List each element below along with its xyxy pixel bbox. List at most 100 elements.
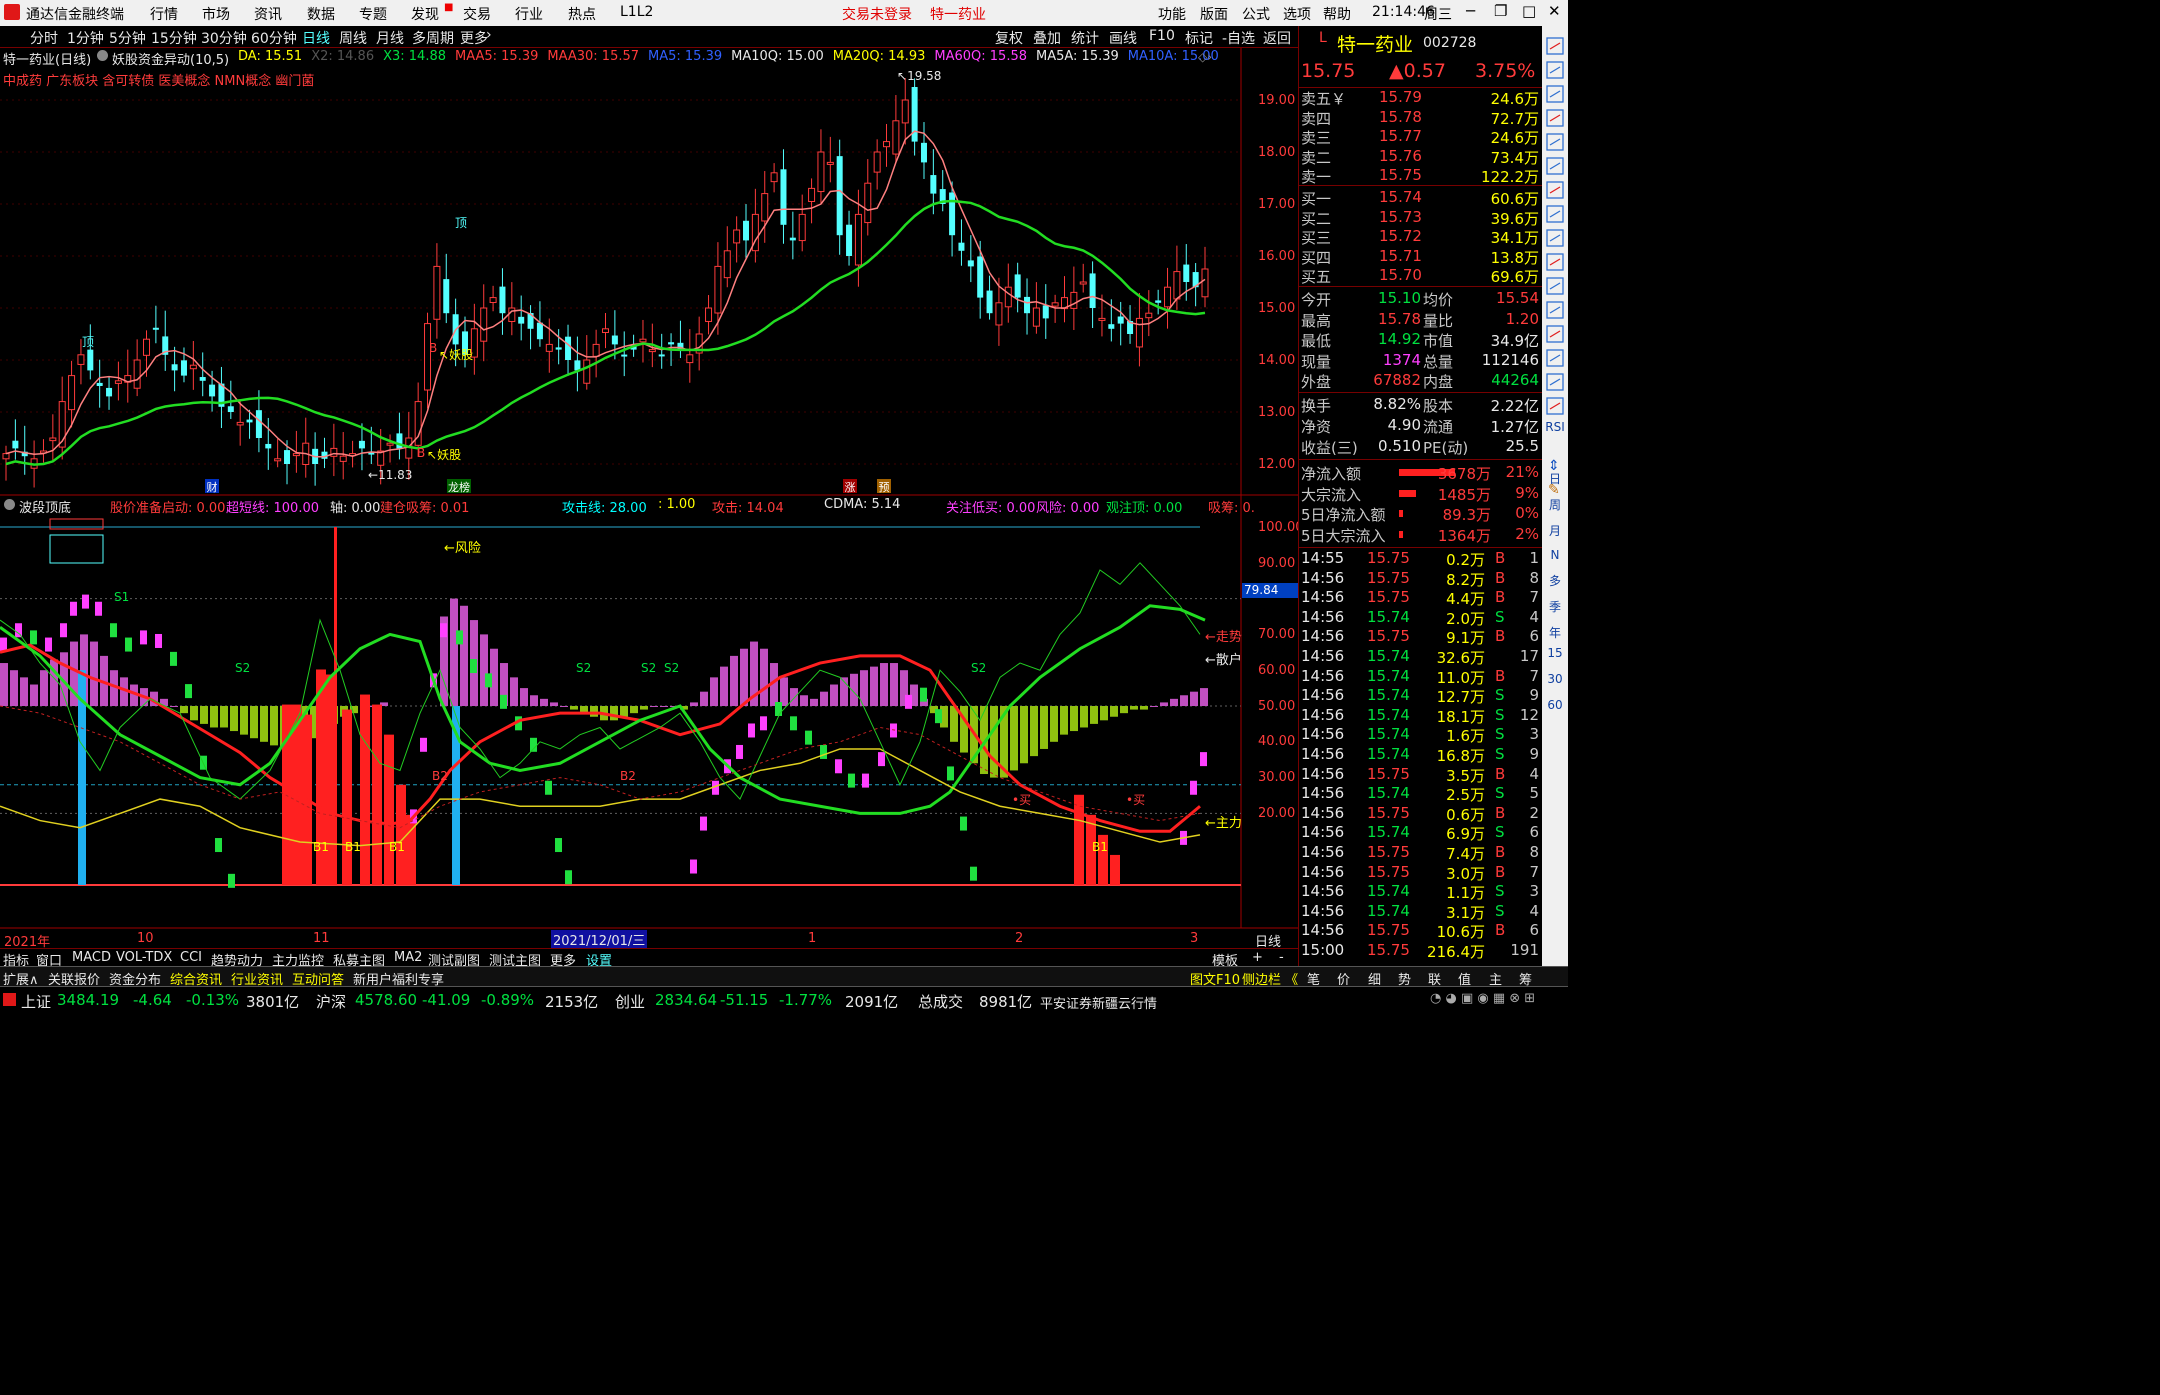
chevron-right-icon[interactable]: ›	[486, 27, 492, 43]
longhu-badge[interactable]: 龙榜	[447, 479, 471, 494]
sub-panel-name[interactable]: 波段顶底	[19, 497, 71, 516]
tf-multi[interactable]: 多周期	[412, 28, 454, 48]
stat-row[interactable]: 现量 1374 总量 112146	[1299, 351, 1543, 371]
menu-faxian[interactable]: 发现	[411, 4, 439, 24]
toggle-icon[interactable]	[4, 499, 15, 510]
menu-xuanxiang[interactable]: 选项	[1283, 4, 1311, 24]
ask-row[interactable]: 卖四 15.78 72.7万	[1299, 108, 1543, 128]
tf-1min[interactable]: 1分钟	[67, 28, 104, 48]
tf-15min[interactable]: 15分钟	[151, 28, 197, 48]
minimize-icon[interactable]: ─	[1466, 2, 1475, 20]
tf-fenshi[interactable]: 分时	[30, 28, 58, 48]
btn-huaxian[interactable]: 画线	[1109, 28, 1137, 48]
menu-shichang[interactable]: 市场	[202, 4, 230, 24]
tick-row[interactable]: 14:56 15.74 2.0万 S 4	[1299, 608, 1543, 628]
chart-area[interactable]: 特一药业(日线) 妖股资金异动(10,5) DA: 15.51 X2: 14.86…	[0, 48, 1304, 950]
menu-gongshi[interactable]: 公式	[1242, 4, 1270, 24]
tick-row[interactable]: 14:56 15.75 8.2万 B 8	[1299, 569, 1543, 589]
bid-row[interactable]: 买二 15.73 39.6万	[1299, 208, 1543, 228]
tick-row[interactable]: 14:56 15.74 1.6万 S 3	[1299, 725, 1543, 745]
btn-fuquan[interactable]: 复权	[995, 28, 1023, 48]
tick-row[interactable]: 14:56 15.75 10.6万 B 6	[1299, 921, 1543, 941]
tf-more[interactable]: 更多	[460, 28, 488, 48]
stat-row[interactable]: 收益(三) 0.510 PE(动) 25.5	[1299, 437, 1543, 457]
bid-row[interactable]: 买一 15.74 60.6万	[1299, 188, 1543, 208]
tab-macd[interactable]: MACD	[72, 950, 111, 965]
ask-row[interactable]: 卖二 15.76 73.4万	[1299, 147, 1543, 167]
stat-row[interactable]: 换手 8.82% 股本 2.22亿	[1299, 395, 1543, 415]
ask-row[interactable]: 卖三 15.77 24.6万	[1299, 127, 1543, 147]
close-icon[interactable]: ✕	[1548, 2, 1561, 20]
stat-row[interactable]: 今开 15.10 均价 15.54	[1299, 289, 1543, 309]
yu-badge[interactable]: 预	[877, 479, 891, 494]
index-name[interactable]: 上证	[21, 991, 51, 1012]
menu-zixun[interactable]: 资讯	[254, 4, 282, 24]
ask-row[interactable]: 卖一 15.75 122.2万	[1299, 166, 1543, 186]
tick-row[interactable]: 14:56 15.75 4.4万 B 7	[1299, 588, 1543, 608]
maximize-icon[interactable]: □	[1522, 2, 1536, 20]
menu-jiaoyi[interactable]: 交易	[463, 4, 491, 24]
bid-row[interactable]: 买五 15.70 69.6万	[1299, 266, 1543, 286]
toggle-icon[interactable]	[97, 50, 108, 61]
restore-icon[interactable]: ❐	[1494, 2, 1507, 20]
flow-row[interactable]: 大宗流入 1485万 9%	[1299, 484, 1543, 504]
ask-row[interactable]: 卖五￥ 15.79 24.6万	[1299, 88, 1543, 108]
tf-weekly[interactable]: 周线	[339, 28, 367, 48]
btn-diejia[interactable]: 叠加	[1033, 28, 1061, 48]
add-window-button[interactable]: +	[1252, 950, 1263, 965]
menu-zhuanti[interactable]: 专题	[359, 4, 387, 24]
menu-hangqing[interactable]: 行情	[150, 4, 178, 24]
tab-ma2[interactable]: MA2	[394, 950, 422, 965]
menu-hangye[interactable]: 行业	[515, 4, 543, 24]
login-status[interactable]: 交易未登录	[842, 4, 912, 24]
tick-row[interactable]: 14:56 15.75 3.0万 B 7	[1299, 863, 1543, 883]
tick-row[interactable]: 14:56 15.74 6.9万 S 6	[1299, 823, 1543, 843]
tick-row[interactable]: 14:56 15.74 16.8万 S 9	[1299, 745, 1543, 765]
stat-row[interactable]: 净资 4.90 流通 1.27亿	[1299, 416, 1543, 436]
index-name[interactable]: 创业	[615, 991, 645, 1012]
tick-row[interactable]: 14:56 15.74 3.1万 S 4	[1299, 902, 1543, 922]
btn-zixuan[interactable]: -自选	[1222, 28, 1255, 48]
status-icons[interactable]: ◔ ◕ ▣ ◉ ▦ ⊗ ⊞	[1430, 991, 1535, 1006]
flow-row[interactable]: 5日大宗流入 1364万 2%	[1299, 525, 1543, 545]
stat-row[interactable]: 外盘 67882 内盘 44264	[1299, 371, 1543, 391]
tick-row[interactable]: 14:56 15.74 11.0万 B 7	[1299, 667, 1543, 687]
tick-row[interactable]: 14:55 15.75 0.2万 B 1	[1299, 549, 1543, 569]
concept-tags[interactable]: 中成药 广东板块 含可转债 医美概念 NMN概念 幽门菌	[3, 70, 314, 89]
tick-row[interactable]: 14:56 15.75 9.1万 B 6	[1299, 627, 1543, 647]
tick-row[interactable]: 14:56 15.74 32.6万 17	[1299, 647, 1543, 667]
menu-gongneng[interactable]: 功能	[1158, 4, 1186, 24]
cai-badge[interactable]: 财	[205, 479, 219, 494]
tf-daily[interactable]: 日线	[302, 28, 330, 48]
tick-row[interactable]: 14:56 15.75 7.4万 B 8	[1299, 843, 1543, 863]
bid-row[interactable]: 买四 15.71 13.8万	[1299, 247, 1543, 267]
menu-shuju[interactable]: 数据	[307, 4, 335, 24]
btn-tongji[interactable]: 统计	[1071, 28, 1099, 48]
zhang-badge[interactable]: 涨	[843, 479, 857, 494]
tick-row[interactable]: 14:56 15.74 2.5万 S 5	[1299, 784, 1543, 804]
flow-row[interactable]: 净流入额 3678万 21%	[1299, 463, 1543, 483]
stat-row[interactable]: 最高 15.78 量比 1.20	[1299, 310, 1543, 330]
tf-60min[interactable]: 60分钟	[251, 28, 297, 48]
menu-bangzhu[interactable]: 帮助	[1323, 4, 1351, 24]
tick-row[interactable]: 14:56 15.75 3.5万 B 4	[1299, 765, 1543, 785]
tick-row[interactable]: 14:56 15.74 1.1万 S 3	[1299, 882, 1543, 902]
btn-f10[interactable]: F10	[1149, 28, 1175, 44]
stat-row[interactable]: 最低 14.92 市值 34.9亿	[1299, 330, 1543, 350]
btn-biaoji[interactable]: 标记	[1185, 28, 1213, 48]
flow-row[interactable]: 5日净流入额 89.3万 0%	[1299, 504, 1543, 524]
tab-vol-tdx[interactable]: VOL-TDX	[116, 950, 172, 965]
btn-fanhui[interactable]: 返回	[1263, 28, 1291, 48]
tick-row[interactable]: 14:56 15.74 18.1万 S 12	[1299, 706, 1543, 726]
tick-row[interactable]: 15:00 15.75 216.4万 191	[1299, 941, 1543, 961]
remove-window-button[interactable]: -	[1279, 950, 1284, 965]
indicator-name[interactable]: 妖股资金异动(10,5)	[112, 49, 229, 68]
bid-row[interactable]: 买三 15.72 34.1万	[1299, 227, 1543, 247]
index-name[interactable]: 沪深	[316, 991, 346, 1012]
tab-cci[interactable]: CCI	[180, 950, 202, 965]
tick-row[interactable]: 14:56 15.75 0.6万 B 2	[1299, 804, 1543, 824]
tf-30min[interactable]: 30分钟	[201, 28, 247, 48]
menu-redian[interactable]: 热点	[568, 4, 596, 24]
tf-monthly[interactable]: 月线	[376, 28, 404, 48]
menu-banmian[interactable]: 版面	[1200, 4, 1228, 24]
